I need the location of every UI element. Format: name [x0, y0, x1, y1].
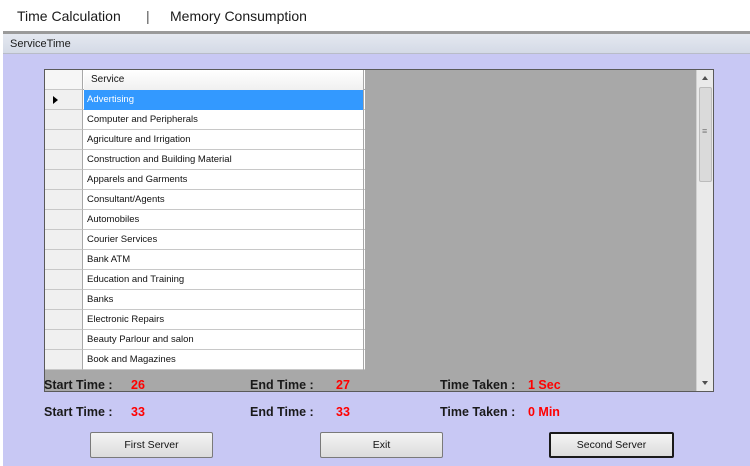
table-row[interactable]: Electronic Repairs: [45, 310, 365, 330]
table-row[interactable]: Construction and Building Material: [45, 150, 365, 170]
panel-title: ServiceTime: [3, 34, 750, 54]
row-header-cell[interactable]: [45, 130, 83, 150]
row-header-cell[interactable]: [45, 310, 83, 330]
table-row[interactable]: Automobiles: [45, 210, 365, 230]
service-grid[interactable]: Service Advertising Computer and Peripher…: [44, 69, 714, 392]
row-header-cell[interactable]: [45, 210, 83, 230]
service-cell[interactable]: Apparels and Garments: [84, 170, 364, 190]
service-cell[interactable]: Education and Training: [84, 270, 364, 290]
time-taken-label-1: Time Taken :: [440, 378, 516, 392]
service-cell[interactable]: Electronic Repairs: [84, 310, 364, 330]
service-cell[interactable]: Automobiles: [84, 210, 364, 230]
grid-header-row: Service: [45, 70, 365, 90]
exit-button[interactable]: Exit: [320, 432, 443, 458]
table-row[interactable]: Beauty Parlour and salon: [45, 330, 365, 350]
second-server-button[interactable]: Second Server: [549, 432, 674, 458]
row-header-cell[interactable]: [45, 170, 83, 190]
table-row[interactable]: Courier Services: [45, 230, 365, 250]
service-cell[interactable]: Banks: [84, 290, 364, 310]
row-header-cell[interactable]: [45, 250, 83, 270]
start-time-value-2: 33: [131, 405, 145, 419]
service-cell[interactable]: Construction and Building Material: [84, 150, 364, 170]
first-server-button[interactable]: First Server: [90, 432, 213, 458]
end-time-value-2: 33: [336, 405, 350, 419]
grid-rows: Service Advertising Computer and Peripher…: [45, 70, 365, 370]
scroll-down-icon[interactable]: [697, 374, 713, 391]
start-time-value-1: 26: [131, 378, 145, 392]
service-cell[interactable]: Book and Magazines: [84, 350, 364, 370]
scroll-up-icon[interactable]: [697, 70, 713, 87]
row-header-cell[interactable]: [45, 150, 83, 170]
service-cell[interactable]: Beauty Parlour and salon: [84, 330, 364, 350]
service-time-panel: ServiceTime Service Advertising Computer …: [3, 31, 750, 466]
end-time-value-1: 27: [336, 378, 350, 392]
row-header-cell[interactable]: [45, 190, 83, 210]
service-cell[interactable]: Agriculture and Irrigation: [84, 130, 364, 150]
menu-memory-consumption[interactable]: Memory Consumption: [170, 8, 307, 24]
table-row[interactable]: Bank ATM: [45, 250, 365, 270]
start-time-label-2: Start Time :: [44, 405, 113, 419]
time-taken-label-2: Time Taken :: [440, 405, 516, 419]
time-taken-value-1: 1 Sec: [528, 378, 561, 392]
menu-separator: |: [146, 8, 150, 24]
row-header-cell[interactable]: [45, 110, 83, 130]
table-row[interactable]: Consultant/Agents: [45, 190, 365, 210]
table-row[interactable]: Education and Training: [45, 270, 365, 290]
table-row[interactable]: Apparels and Garments: [45, 170, 365, 190]
row-header-cell[interactable]: [45, 290, 83, 310]
table-row[interactable]: Computer and Peripherals: [45, 110, 365, 130]
start-time-label-1: Start Time :: [44, 378, 113, 392]
table-row[interactable]: Advertising: [45, 90, 365, 110]
table-row[interactable]: Book and Magazines: [45, 350, 365, 370]
service-cell[interactable]: Bank ATM: [84, 250, 364, 270]
service-cell[interactable]: Advertising: [84, 90, 364, 110]
end-time-label-1: End Time :: [250, 378, 314, 392]
row-header-cell[interactable]: [45, 330, 83, 350]
service-cell[interactable]: Computer and Peripherals: [84, 110, 364, 130]
grid-corner-cell: [45, 70, 83, 90]
row-header-cell[interactable]: [45, 270, 83, 290]
current-row-arrow-icon: [53, 96, 58, 104]
column-header-service[interactable]: Service: [84, 70, 364, 90]
table-row[interactable]: Agriculture and Irrigation: [45, 130, 365, 150]
menu-bar: Time Calculation | Memory Consumption: [0, 0, 750, 30]
end-time-label-2: End Time :: [250, 405, 314, 419]
row-header-cell[interactable]: [45, 90, 83, 110]
scroll-thumb[interactable]: [699, 87, 712, 182]
menu-time-calculation[interactable]: Time Calculation: [17, 8, 121, 24]
service-cell[interactable]: Courier Services: [84, 230, 364, 250]
service-cell[interactable]: Consultant/Agents: [84, 190, 364, 210]
grid-vertical-scrollbar[interactable]: [696, 70, 713, 391]
row-header-cell[interactable]: [45, 230, 83, 250]
table-row[interactable]: Banks: [45, 290, 365, 310]
row-header-cell[interactable]: [45, 350, 83, 370]
time-taken-value-2: 0 Min: [528, 405, 560, 419]
